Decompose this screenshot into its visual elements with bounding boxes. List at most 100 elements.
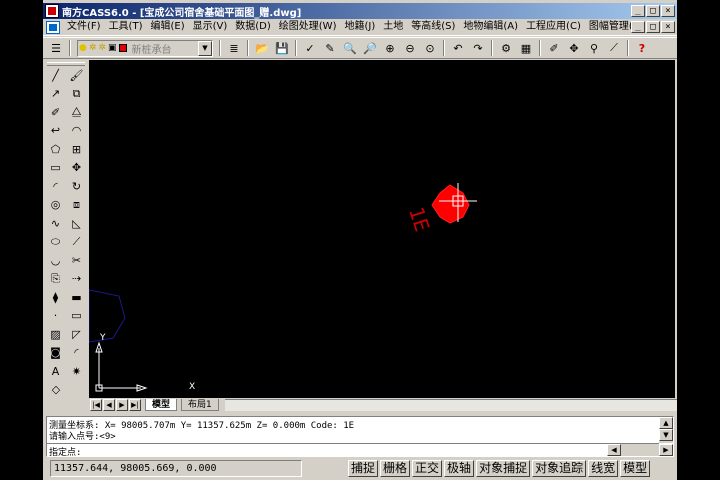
zoom-realtime-icon[interactable]: 🔍	[341, 39, 359, 57]
lightbulb-icon[interactable]: ●	[79, 43, 87, 53]
extend-icon[interactable]: ⇢	[67, 270, 86, 288]
stretch-icon[interactable]: ◺	[67, 214, 86, 232]
menu-engineering[interactable]: 工程应用(C)	[522, 19, 585, 35]
pan-icon[interactable]: ✥	[565, 39, 583, 57]
prev-tab-button[interactable]: ◀	[103, 399, 115, 411]
ray-icon[interactable]: ↗	[46, 85, 65, 103]
spline-icon[interactable]: ∿	[46, 214, 65, 232]
lengthen-icon[interactable]: ⟋	[67, 233, 86, 251]
copy-props-icon[interactable]: ⧉	[67, 85, 86, 103]
menu-feature-edit[interactable]: 地物编辑(A)	[459, 19, 522, 35]
zoom-window-icon[interactable]: 🔎	[361, 39, 379, 57]
chevron-down-icon[interactable]: ▼	[198, 40, 212, 56]
table-icon[interactable]: ▦	[517, 39, 535, 57]
scroll-up-button[interactable]: ▲	[659, 417, 673, 429]
pencil-icon[interactable]: ✓	[301, 39, 319, 57]
menu-file[interactable]: 文件(F)	[63, 19, 105, 35]
properties-icon[interactable]: ⚙	[497, 39, 515, 57]
menu-draw[interactable]: 绘图处理(W)	[275, 19, 341, 35]
chamfer-icon[interactable]: ◸	[67, 325, 86, 343]
menu-edit[interactable]: 编辑(E)	[146, 19, 188, 35]
sun-icon-2[interactable]: ✲	[98, 43, 106, 53]
rectangle-icon[interactable]: ▭	[46, 159, 65, 177]
query-icon[interactable]: ⚲	[585, 39, 603, 57]
command-hscroll[interactable]: ◀ ▶	[607, 444, 673, 456]
trim-icon[interactable]: ✂	[67, 251, 86, 269]
insert-block-icon[interactable]: ⎘	[46, 270, 65, 288]
title-bar[interactable]: 南方CASS6.0 - [宝成公司宿舍基础平面图_赠.dwg] _ □ ×	[43, 3, 677, 19]
zoom-previous-icon[interactable]: ⊙	[421, 39, 439, 57]
close-button[interactable]: ×	[661, 5, 675, 17]
sun-icon[interactable]: ✲	[89, 43, 97, 53]
layer-prop-icon[interactable]: ≣	[225, 39, 243, 57]
drawing-canvas[interactable]: 1E Y X	[89, 60, 675, 398]
next-tab-button[interactable]: ▶	[116, 399, 128, 411]
make-block-icon[interactable]: ⧫	[46, 288, 65, 306]
array-icon[interactable]: ⊞	[67, 140, 86, 158]
help-icon[interactable]: ?	[633, 39, 651, 57]
document-icon[interactable]	[46, 20, 60, 34]
brush-icon[interactable]: ✎	[321, 39, 339, 57]
maximize-button[interactable]: □	[646, 5, 660, 17]
scale-icon[interactable]: ⧈	[67, 196, 86, 214]
measure-icon[interactable]: ✐	[545, 39, 563, 57]
arc-icon[interactable]: ◜	[46, 177, 65, 195]
hatch-icon[interactable]: ▨	[46, 325, 65, 343]
lock-icon[interactable]: ▣	[108, 43, 117, 53]
redo-icon[interactable]: ↷	[469, 39, 487, 57]
line-tool-icon[interactable]: ⟋	[605, 39, 623, 57]
scroll-right-button[interactable]: ▶	[659, 444, 673, 456]
ellipse-icon[interactable]: ⬭	[46, 233, 65, 251]
brush-tool-icon[interactable]: 🖌	[67, 66, 86, 84]
circle-icon[interactable]: ◎	[46, 196, 65, 214]
command-window[interactable]: 测量坐标系: X= 98005.707m Y= 11357.625m Z= 0.…	[46, 416, 674, 458]
tab-model[interactable]: 模型	[145, 399, 178, 411]
app-icon[interactable]	[45, 4, 59, 18]
first-tab-button[interactable]: |◀	[90, 399, 102, 411]
command-vscroll[interactable]: ▲ ▼	[659, 417, 673, 443]
doc-restore-button[interactable]: □	[646, 21, 660, 33]
zoom-all-icon[interactable]: ⊕	[381, 39, 399, 57]
undo-icon[interactable]: ↶	[449, 39, 467, 57]
snap-toggle[interactable]: 捕捉	[348, 460, 379, 477]
tab-layout1[interactable]: 布局1	[181, 399, 219, 411]
tag-icon[interactable]: ◇	[46, 381, 66, 399]
layer-combo[interactable]: ● ✲ ✲ ▣ 新桩承台 ▼	[77, 39, 213, 57]
save-icon[interactable]: 💾	[273, 39, 291, 57]
offset-icon[interactable]: ◠	[67, 122, 86, 140]
osnap-toggle[interactable]: 对象捕捉	[476, 460, 531, 477]
point-icon[interactable]: ·	[46, 307, 65, 325]
open-icon[interactable]: 📂	[253, 39, 271, 57]
eraser-icon[interactable]: ✐	[46, 103, 65, 121]
scroll-left-button[interactable]: ◀	[607, 444, 621, 456]
command-input-row[interactable]: 指定点:	[47, 443, 659, 458]
polygon-icon[interactable]: ⬠	[46, 140, 65, 158]
polar-toggle[interactable]: 极轴	[444, 460, 475, 477]
scroll-down-button[interactable]: ▼	[659, 429, 673, 441]
fillet-icon[interactable]: ◜	[67, 344, 86, 362]
minimize-button[interactable]: _	[631, 5, 645, 17]
lineweight-toggle[interactable]: 线宽	[588, 460, 619, 477]
menu-data[interactable]: 数据(D)	[231, 19, 275, 35]
zoom-extents-icon[interactable]: ⊖	[401, 39, 419, 57]
layers-icon[interactable]: ☰	[47, 39, 65, 57]
menu-tools[interactable]: 工具(T)	[105, 19, 147, 35]
menu-land[interactable]: 土地	[379, 19, 407, 35]
menu-view[interactable]: 显示(V)	[189, 19, 232, 35]
ortho-toggle[interactable]: 正交	[412, 460, 443, 477]
region-icon[interactable]: ◙	[46, 344, 65, 362]
line-icon[interactable]: ╱	[46, 66, 65, 84]
menu-contour[interactable]: 等高线(S)	[407, 19, 459, 35]
mirror-icon[interactable]: ⧋	[67, 103, 86, 121]
menu-cadastre[interactable]: 地籍(J)	[340, 19, 379, 35]
polyline-icon[interactable]: ↩	[46, 122, 65, 140]
command-prompt[interactable]: 指定点:	[49, 445, 81, 458]
text-icon[interactable]: A	[46, 362, 65, 380]
model-toggle[interactable]: 模型	[620, 460, 651, 477]
ellipse-arc-icon[interactable]: ◡	[46, 251, 65, 269]
otrack-toggle[interactable]: 对象追踪	[532, 460, 587, 477]
last-tab-button[interactable]: ▶|	[129, 399, 141, 411]
rotate-icon[interactable]: ↻	[67, 177, 86, 195]
explode-icon[interactable]: ✷	[67, 362, 86, 380]
break-point-icon[interactable]: ▭	[67, 307, 86, 325]
